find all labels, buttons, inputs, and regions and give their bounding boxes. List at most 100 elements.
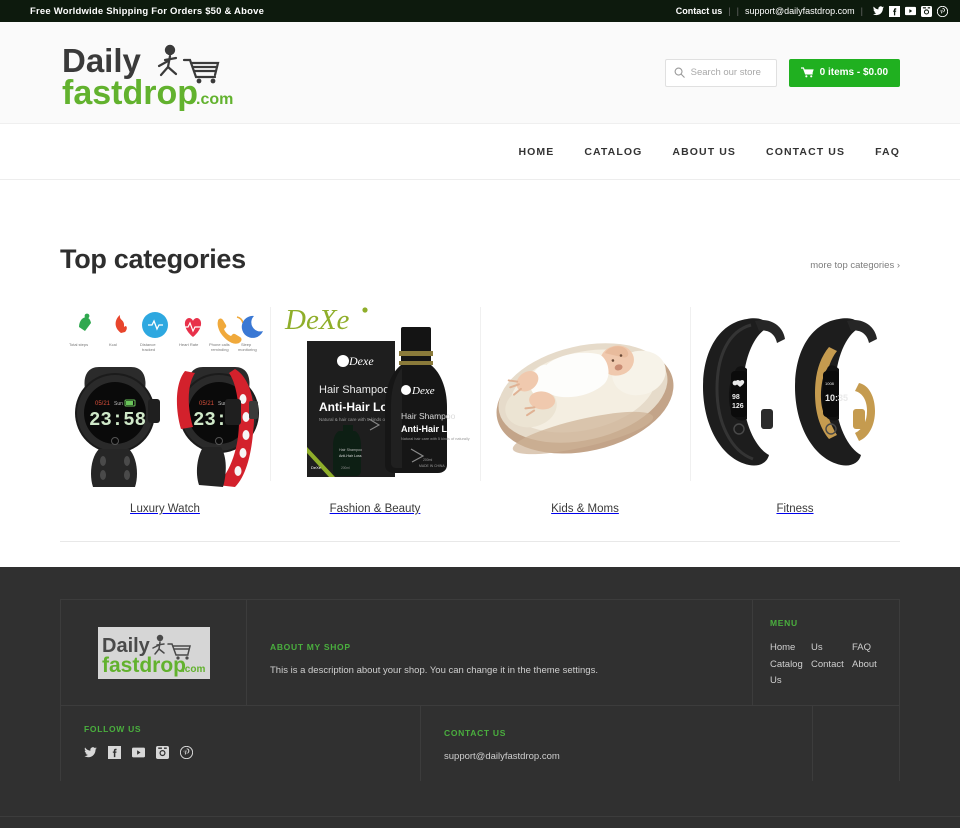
footer-menu-heading: MENU (770, 618, 798, 628)
svg-text:Hair Shampoo: Hair Shampoo (339, 448, 362, 452)
pinterest-icon[interactable] (937, 5, 948, 17)
cart-label: 0 items - $0.00 (819, 67, 888, 78)
footer-menu-item-home[interactable]: Home (770, 640, 811, 657)
footer-contact-email[interactable]: support@dailyfastdrop.com (444, 750, 812, 764)
category-label: Fashion & Beauty (329, 503, 421, 515)
footer-contact-heading: CONTACT US (444, 728, 507, 738)
pinterest-icon[interactable] (180, 746, 193, 759)
footer-bottom-bar: / Powered by Dailyfastdrop AMERICANEXPRE… (0, 816, 960, 828)
svg-text:tracked: tracked (142, 347, 155, 352)
fitness-bracelet-pair-photo: 98 126 1008 10:35 (692, 299, 898, 489)
footer-social-links (84, 746, 420, 759)
topbar-email-link[interactable]: support@dailyfastdrop.com (745, 6, 855, 16)
search-icon (674, 67, 685, 78)
footer-menu-item-contact[interactable]: Contact (811, 657, 852, 674)
footer-menu-cell: MENU Home Us FAQ Catalog Contact About U… (753, 600, 899, 705)
nav-item-faq[interactable]: FAQ (875, 146, 900, 158)
search-input[interactable] (690, 67, 768, 78)
page-title: Top categories (60, 244, 246, 274)
nav-item-home[interactable]: HOME (518, 146, 554, 158)
footer-about-text: This is a description about your shop. Y… (270, 665, 598, 676)
header-actions: 0 items - $0.00 (664, 58, 900, 87)
footer-menu-item-us[interactable]: Us (811, 640, 852, 657)
svg-text:.com: .com (196, 91, 233, 108)
svg-text:Kcal: Kcal (109, 342, 117, 347)
nav-item-about-us[interactable]: ABOUT US (672, 146, 736, 158)
twitter-icon[interactable] (84, 746, 97, 759)
svg-text:200ml: 200ml (423, 458, 432, 462)
nav-item-contact-us[interactable]: CONTACT US (766, 146, 845, 158)
instagram-icon[interactable] (156, 746, 169, 759)
svg-text:.com: .com (182, 664, 205, 675)
footer-menu-item-faq[interactable]: FAQ (852, 640, 893, 657)
section-header: Top categories more top categories › (60, 180, 900, 275)
footer-follow-cell: FOLLOW US (61, 706, 421, 781)
site-logo[interactable]: Daily fastdrop .com (60, 34, 238, 112)
svg-text:Dexe: Dexe (348, 354, 374, 368)
topbar-social-links (873, 5, 948, 17)
category-card-kids-moms[interactable]: Kids & Moms (480, 299, 690, 515)
footer-about-cell: ABOUT MY SHOP This is a description abou… (247, 600, 753, 705)
nav-list: HOME CATALOG ABOUT US CONTACT US FAQ (518, 146, 900, 158)
search-box[interactable] (664, 58, 777, 87)
footer-menu-item-about[interactable]: About (852, 657, 893, 674)
svg-text:126: 126 (732, 403, 744, 410)
footer-menu-item-us-2[interactable]: Us (770, 673, 811, 690)
site-footer: Daily fastdrop .com ABOUT MY SHOP This i… (0, 567, 960, 816)
footer-menu-item-catalog[interactable]: Catalog (770, 657, 811, 674)
category-card-fashion-beauty[interactable]: DeXe Dexe Hair Shampoo Anti-Hair Loss Na… (270, 299, 480, 515)
svg-text:10:35: 10:35 (825, 393, 848, 403)
category-card-luxury-watch[interactable]: Total steps Kcal Distance tracked Heart … (60, 299, 270, 515)
footer-row-top: Daily fastdrop .com ABOUT MY SHOP This i… (61, 600, 899, 705)
topbar-separator-3: | (860, 6, 863, 16)
topbar-separator-1: | (728, 6, 731, 16)
svg-text:Natural hair care with 5 kinds: Natural hair care with 5 kinds of natura… (401, 437, 470, 441)
twitter-icon[interactable] (873, 6, 884, 17)
cart-icon (800, 67, 814, 78)
svg-text:fastdrop: fastdrop (62, 74, 198, 112)
footer-logo[interactable]: Daily fastdrop .com (97, 626, 210, 679)
instagram-icon[interactable] (921, 5, 932, 17)
svg-text:Hair Shampoo: Hair Shampoo (319, 384, 389, 396)
facebook-icon[interactable] (108, 746, 121, 759)
youtube-icon[interactable] (132, 746, 145, 759)
footer-about-heading: ABOUT MY SHOP (270, 642, 351, 652)
baby-lounger-pillow-photo (482, 299, 688, 489)
page-root: Free Worldwide Shipping For Orders $50 &… (0, 0, 960, 828)
svg-text:Sun: Sun (114, 401, 123, 407)
svg-text:05/21: 05/21 (199, 401, 215, 407)
topbar-links: Contact us | | support@dailyfastdrop.com… (676, 5, 948, 17)
topbar-separator-2: | (736, 6, 739, 16)
footer-contact-cell: CONTACT US support@dailyfastdrop.com (421, 706, 813, 781)
footer-grid: Daily fastdrop .com ABOUT MY SHOP This i… (60, 599, 900, 781)
svg-text:Dexe: Dexe (411, 385, 435, 397)
category-label: Fitness (776, 503, 814, 515)
svg-text:Heart Rate: Heart Rate (179, 342, 199, 347)
footer-blank-cell (813, 706, 899, 781)
nav-item-catalog[interactable]: CATALOG (584, 146, 642, 158)
youtube-icon[interactable] (905, 6, 916, 17)
svg-text:Anti-Hair Loss: Anti-Hair Loss (401, 424, 463, 434)
more-top-categories-link[interactable]: more top categories › (810, 260, 900, 271)
facebook-icon[interactable] (889, 5, 900, 17)
category-label: Kids & Moms (551, 503, 619, 515)
footer-logo-cell: Daily fastdrop .com (61, 600, 247, 705)
svg-text:98: 98 (732, 394, 740, 401)
svg-text:DeXe: DeXe (284, 304, 350, 336)
smartwatch-pair-photo: Total steps Kcal Distance tracked Heart … (62, 299, 268, 489)
category-label: Luxury Watch (130, 503, 200, 515)
promo-text: Free Worldwide Shipping For Orders $50 &… (30, 5, 265, 17)
main-navigation: HOME CATALOG ABOUT US CONTACT US FAQ (0, 124, 960, 180)
dexe-hair-shampoo-photo: DeXe Dexe Hair Shampoo Anti-Hair Loss Na… (272, 299, 478, 489)
cart-button[interactable]: 0 items - $0.00 (788, 58, 900, 87)
category-grid: Total steps Kcal Distance tracked Heart … (60, 299, 900, 542)
topbar-contact-link[interactable]: Contact us (676, 6, 723, 16)
footer-menu-list: Home Us FAQ Catalog Contact About Us (770, 640, 899, 690)
category-card-fitness[interactable]: 98 126 1008 10:35 Fitness (690, 299, 900, 515)
site-header: Daily fastdrop .com Search our store 0 i… (0, 22, 960, 124)
svg-text:05/21: 05/21 (95, 401, 111, 407)
announcement-bar: Free Worldwide Shipping For Orders $50 &… (0, 0, 960, 22)
svg-text:23:58: 23:58 (89, 409, 146, 431)
svg-text:Total steps: Total steps (69, 342, 88, 347)
footer-follow-heading: FOLLOW US (84, 724, 142, 734)
